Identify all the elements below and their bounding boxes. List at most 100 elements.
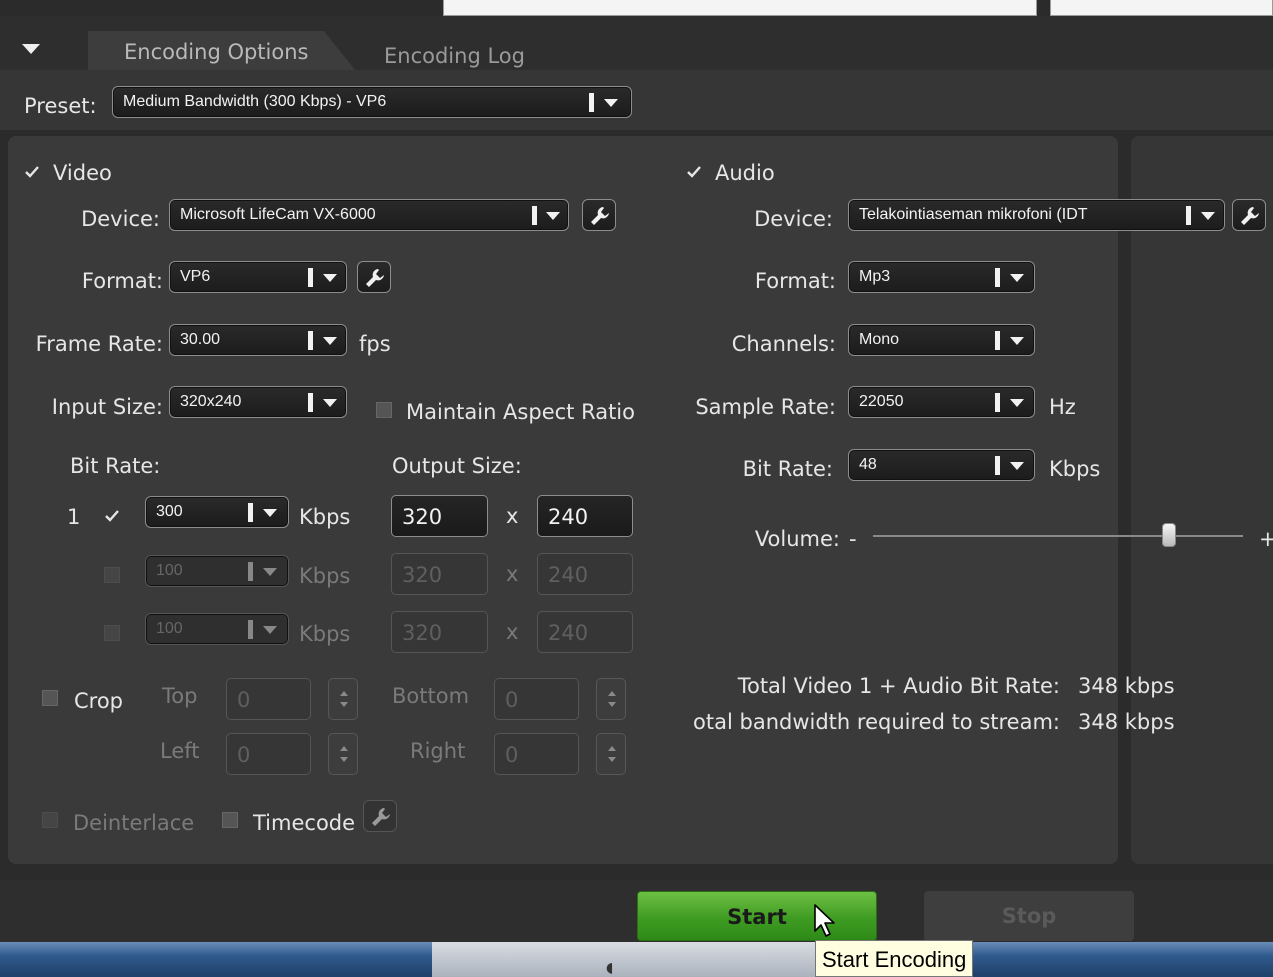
bitrate-row-2-unit: Kbps	[299, 564, 351, 588]
deinterlace-label: Deinterlace	[73, 811, 195, 835]
audio-device-settings-button[interactable]	[1232, 199, 1266, 231]
output-width-3-field[interactable]: 320	[391, 611, 488, 653]
video-enable-checkbox[interactable]	[24, 164, 40, 180]
wrench-icon	[366, 269, 384, 287]
chevron-down-icon	[604, 99, 618, 107]
audio-device-value: Telakointiaseman mikrofoni (IDT	[859, 206, 1088, 223]
output-size-separator: x	[506, 620, 519, 644]
volume-slider-thumb[interactable]	[1162, 523, 1176, 547]
audio-format-label: Format:	[754, 269, 836, 293]
bitrate-row-2-dropdown[interactable]: 100	[145, 555, 289, 587]
output-width-1-field[interactable]: 320	[391, 495, 488, 537]
preset-dropdown[interactable]: Medium Bandwidth (300 Kbps) - VP6	[112, 86, 632, 118]
video-device-dropdown[interactable]: Microsoft LifeCam VX-6000	[169, 199, 569, 231]
audio-device-label: Device:	[754, 207, 833, 231]
chevron-down-icon	[263, 568, 277, 576]
input-size-label: Input Size:	[51, 395, 163, 419]
input-size-dropdown[interactable]: 320x240	[169, 386, 347, 418]
audio-format-dropdown[interactable]: Mp3	[848, 261, 1035, 293]
volume-plus-icon: +	[1259, 527, 1273, 551]
channels-label: Channels:	[731, 332, 836, 356]
video-section-title: Video	[53, 161, 112, 185]
chevron-down-icon	[546, 212, 560, 220]
bitrate-row-1-value: 300	[156, 503, 183, 520]
output-width-2-field[interactable]: 320	[391, 553, 488, 595]
audio-bit-rate-value: 48	[859, 456, 877, 473]
crop-top-label: Top	[162, 684, 198, 708]
chevron-down-icon	[323, 399, 337, 407]
sample-rate-value: 22050	[859, 393, 904, 410]
chevron-down-icon	[1010, 274, 1024, 282]
chevron-down-icon	[1010, 462, 1024, 470]
chevron-down-icon	[1010, 337, 1024, 345]
bitrate-row-index: 1	[67, 505, 81, 529]
stop-button[interactable]: Stop	[924, 891, 1134, 941]
top-field-left[interactable]	[443, 0, 1037, 16]
audio-bit-rate-dropdown[interactable]: 48	[848, 449, 1035, 481]
bitrate-row-3-checkbox[interactable]	[104, 625, 120, 641]
channels-dropdown[interactable]: Mono	[848, 324, 1035, 356]
chevron-down-icon	[323, 337, 337, 345]
crop-right-label: Right	[410, 739, 466, 763]
chevron-down-icon	[263, 626, 277, 634]
maintain-aspect-label: Maintain Aspect Ratio	[406, 400, 635, 424]
wrench-icon	[591, 207, 609, 225]
wrench-icon	[372, 808, 390, 826]
bitrate-row-3-unit: Kbps	[299, 622, 351, 646]
collapse-arrow-icon[interactable]	[22, 44, 40, 54]
crop-label: Crop	[74, 689, 124, 713]
volume-slider-track[interactable]	[873, 535, 1243, 537]
channels-value: Mono	[859, 331, 900, 348]
crop-bottom-stepper[interactable]	[596, 678, 626, 720]
maintain-aspect-checkbox[interactable]	[376, 402, 392, 418]
bandwidth-value: 348 kbps	[1078, 710, 1175, 734]
frame-rate-dropdown[interactable]: 30.00	[169, 324, 347, 356]
side-panel	[1131, 136, 1273, 864]
output-height-2-field[interactable]: 240	[537, 553, 633, 595]
sample-rate-dropdown[interactable]: 22050	[848, 386, 1035, 418]
timecode-settings-button[interactable]	[363, 800, 397, 832]
frame-rate-value: 30.00	[180, 331, 221, 348]
crop-right-stepper[interactable]	[596, 733, 626, 775]
video-format-settings-button[interactable]	[357, 261, 391, 293]
chevron-down-icon	[1201, 212, 1215, 220]
crop-checkbox[interactable]	[42, 690, 58, 706]
crop-left-stepper[interactable]	[328, 733, 358, 775]
crop-left-label: Left	[160, 739, 200, 763]
crop-top-stepper[interactable]	[328, 678, 358, 720]
bit-rate-label: Bit Rate:	[70, 454, 161, 478]
video-format-dropdown[interactable]: VP6	[169, 261, 347, 293]
frame-rate-label: Frame Rate:	[35, 332, 163, 356]
video-device-settings-button[interactable]	[582, 199, 616, 231]
crop-left-field[interactable]: 0	[226, 733, 311, 775]
top-field-right[interactable]	[1050, 0, 1273, 16]
tab-encoding-options[interactable]: Encoding Options	[124, 40, 308, 64]
output-height-1-field[interactable]: 240	[537, 495, 633, 537]
volume-label: Volume:	[754, 527, 840, 551]
total-bitrate-value: 348 kbps	[1078, 674, 1175, 698]
bitrate-row-1-dropdown[interactable]: 300	[145, 496, 289, 528]
crop-bottom-field[interactable]: 0	[494, 678, 579, 720]
start-button[interactable]: Start	[637, 891, 877, 941]
audio-enable-checkbox[interactable]	[686, 164, 702, 180]
output-size-separator: x	[506, 504, 519, 528]
bitrate-row-1-unit: Kbps	[299, 505, 351, 529]
taskbar-glyph-icon: ◖	[606, 960, 614, 976]
timecode-checkbox[interactable]	[222, 812, 238, 828]
output-height-3-field[interactable]: 240	[537, 611, 633, 653]
deinterlace-checkbox[interactable]	[42, 812, 58, 828]
bitrate-row-3-dropdown[interactable]: 100	[145, 613, 289, 645]
video-format-label: Format:	[81, 269, 163, 293]
output-size-label: Output Size:	[392, 454, 522, 478]
crop-right-field[interactable]: 0	[494, 733, 579, 775]
tab-encoding-log[interactable]: Encoding Log	[384, 44, 525, 68]
bitrate-row-2-checkbox[interactable]	[104, 567, 120, 583]
audio-bit-rate-label: Bit Rate:	[742, 457, 833, 481]
audio-bit-rate-unit: Kbps	[1049, 457, 1101, 481]
taskbar-item[interactable]	[432, 942, 822, 977]
audio-device-dropdown[interactable]: Telakointiaseman mikrofoni (IDT	[848, 199, 1225, 231]
bitrate-row-1-checkbox[interactable]	[104, 508, 120, 524]
crop-top-field[interactable]: 0	[226, 678, 311, 720]
wrench-icon	[1241, 207, 1259, 225]
video-device-label: Device:	[81, 207, 160, 231]
